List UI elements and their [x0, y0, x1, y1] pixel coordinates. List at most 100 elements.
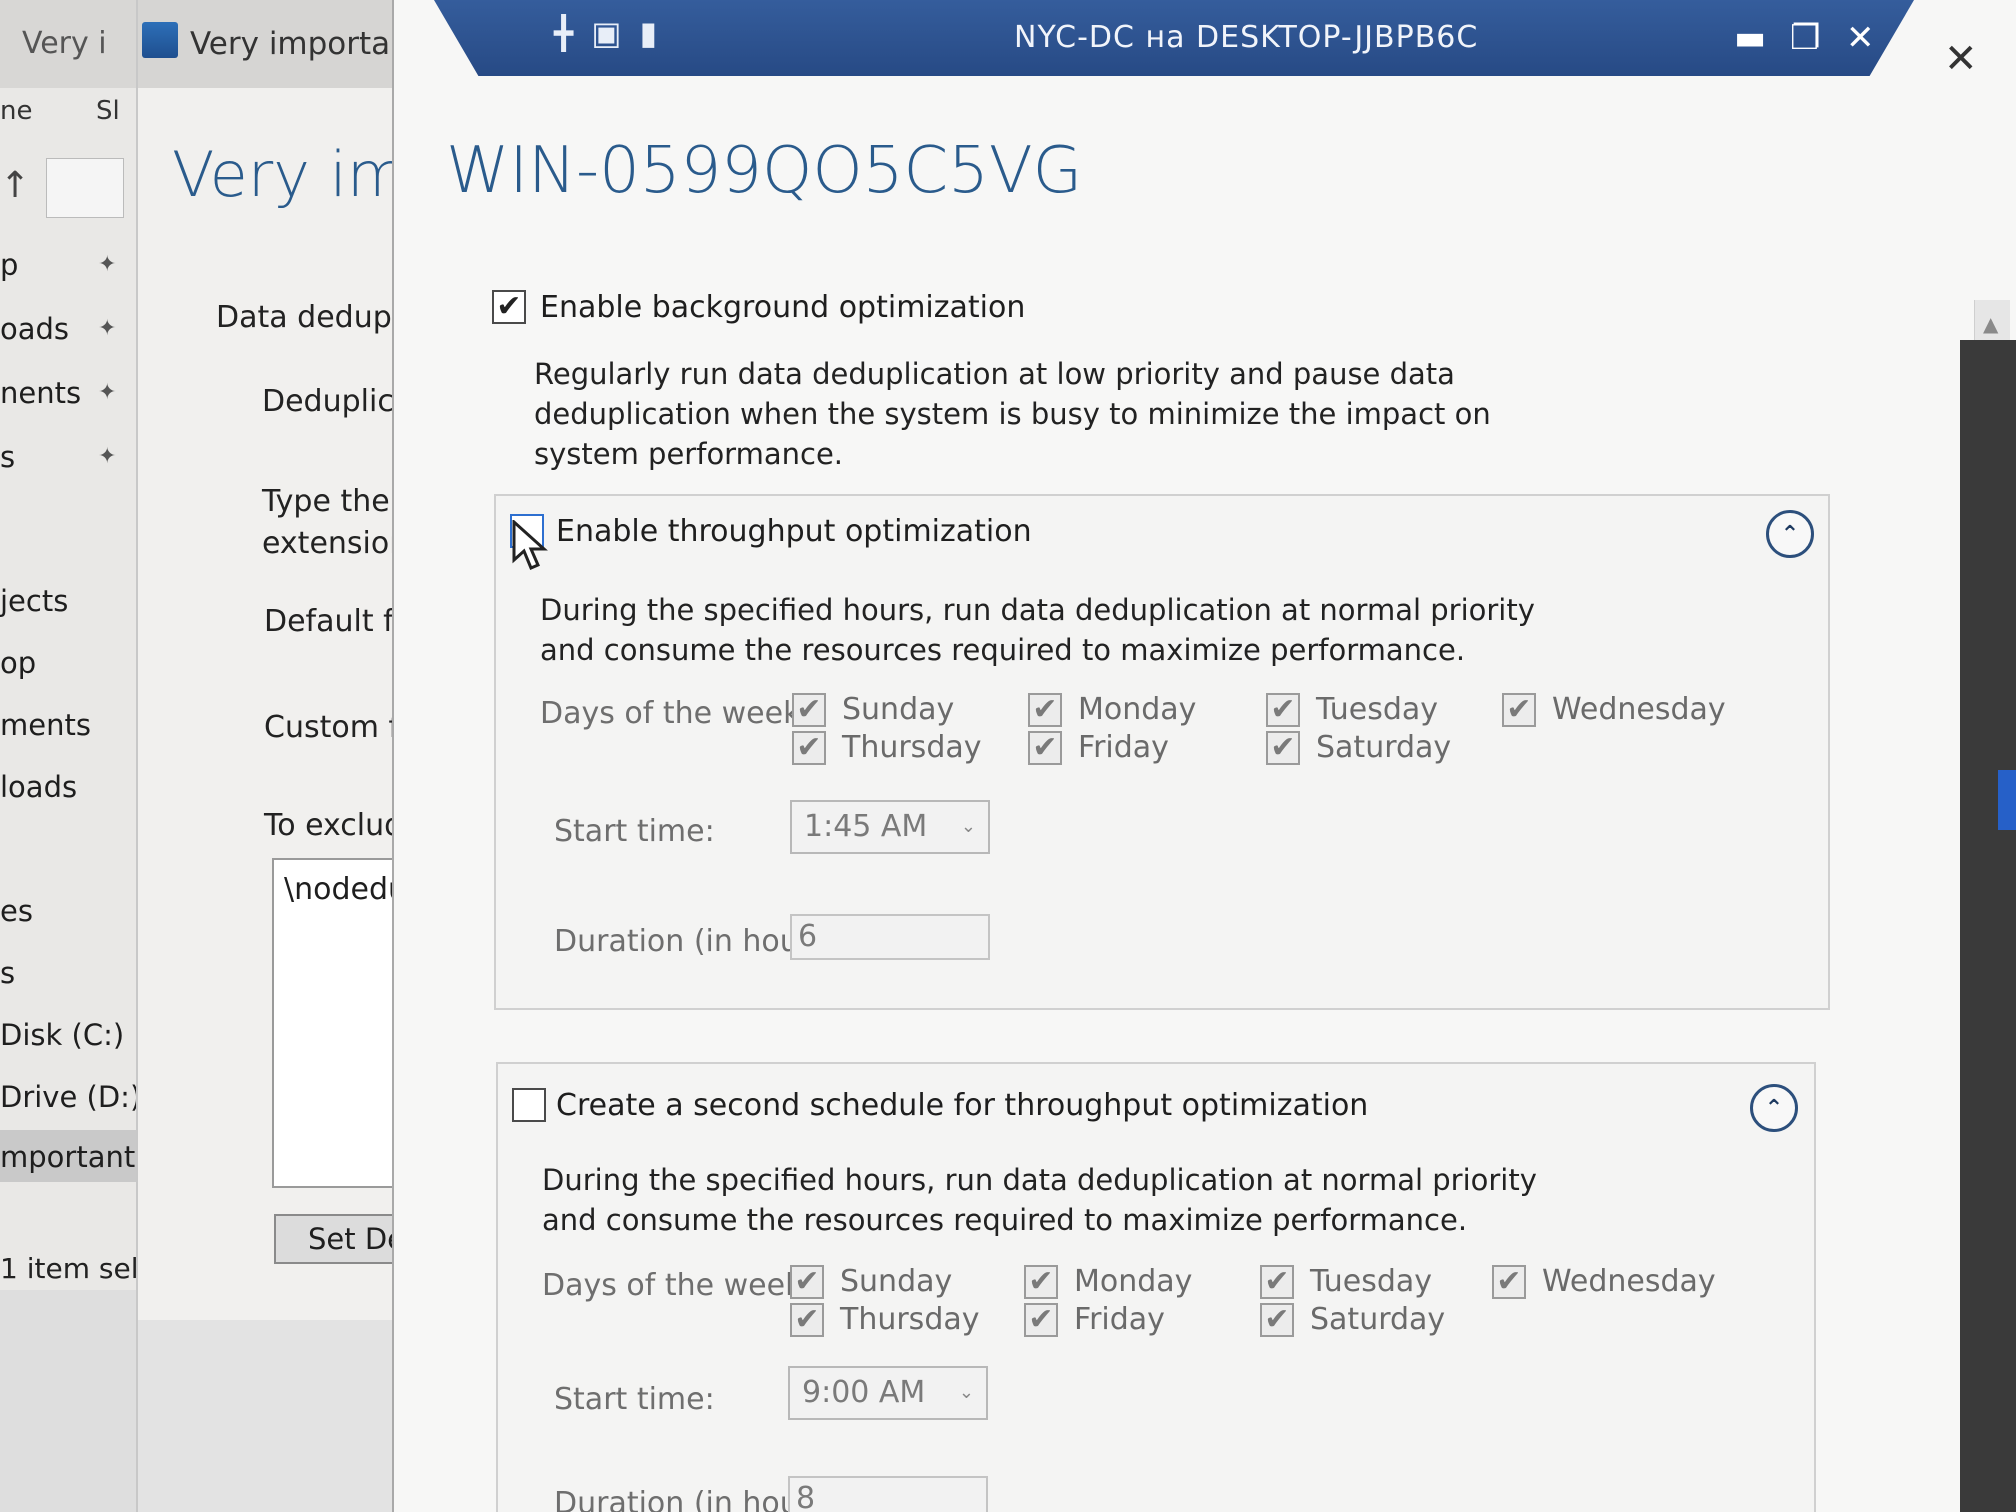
start-time-select[interactable]: 1:45 AM ⌄: [790, 800, 990, 854]
pin-icon[interactable]: ╋: [554, 14, 591, 52]
collapse-chevron-up-icon[interactable]: ⌃: [1750, 1084, 1798, 1132]
settings-bottom-area: [138, 1320, 418, 1512]
days-of-week-label: Days of the week:: [540, 696, 811, 731]
duration-input[interactable]: 8: [788, 1476, 988, 1512]
day-checkbox-sunday[interactable]: Sunday: [792, 692, 954, 727]
day-checkbox-saturday[interactable]: Saturday: [1260, 1302, 1445, 1337]
start-time-label: Start time:: [554, 814, 715, 849]
pin-icon: ✦: [98, 380, 117, 405]
day-checkbox-thursday[interactable]: Thursday: [792, 730, 982, 765]
throughput-optimization-description: During the specified hours, run data ded…: [540, 593, 1535, 667]
restore-icon[interactable]: ❐: [1790, 18, 1820, 58]
nav-item-drive-c[interactable]: Disk (C:): [0, 1018, 124, 1052]
enable-background-optimization-checkbox[interactable]: [492, 290, 526, 324]
nav-item[interactable]: jects: [0, 584, 68, 618]
rdp-connection-bar: ╋▣▮ NYC-DC на DESKTOP-JJBPB6C ▬ ❐ ✕: [434, 0, 1914, 76]
day-checkbox-tuesday[interactable]: Tuesday: [1266, 692, 1438, 727]
custom-file-label: Custom fi: [264, 710, 408, 745]
nav-item-selected[interactable]: mportant: [0, 1140, 135, 1174]
nav-item[interactable]: s: [0, 956, 15, 990]
day-label: Friday: [1078, 730, 1169, 765]
pin-icon: ✦: [98, 444, 117, 469]
close-icon[interactable]: ✕: [1846, 18, 1875, 58]
pin-icon: ✦: [98, 252, 117, 277]
nav-item[interactable]: p: [0, 248, 18, 282]
nav-item-drive-d[interactable]: Drive (D:): [0, 1080, 141, 1114]
signal-icon: ▮: [639, 14, 676, 52]
start-time-label: Start time:: [554, 1382, 715, 1417]
collapse-chevron-up-icon[interactable]: ⌃: [1766, 510, 1814, 558]
day-checkbox-wednesday[interactable]: Wednesday: [1492, 1264, 1716, 1299]
settings-tab-strip: Very importan: [138, 0, 418, 88]
second-schedule-label: Create a second schedule for throughput …: [556, 1088, 1369, 1123]
dedup-schedule-dialog: ╋▣▮ NYC-DC на DESKTOP-JJBPB6C ▬ ❐ ✕ ✕ WI…: [392, 0, 2016, 1512]
throughput-optimization-group: Enable throughput optimization ⌃ During …: [494, 494, 1830, 1010]
explorer-tab[interactable]: Very i: [22, 26, 107, 61]
day-checkbox-tuesday[interactable]: Tuesday: [1260, 1264, 1432, 1299]
checkbox[interactable]: [1492, 1264, 1526, 1299]
type-the-label: Type the f: [262, 484, 410, 519]
file-explorer-window: Very i ne Sl ↑ p ✦ oads ✦ nents ✦ s ✦ je…: [0, 0, 156, 1512]
start-time-select[interactable]: 9:00 AM ⌄: [788, 1366, 988, 1420]
nav-item[interactable]: loads: [0, 770, 77, 804]
extension-label: extension: [262, 526, 409, 561]
nav-item[interactable]: ments: [0, 708, 91, 742]
nav-item[interactable]: oads: [0, 312, 69, 346]
dialog-close-icon[interactable]: ✕: [1944, 36, 1978, 82]
checkbox[interactable]: [1028, 692, 1062, 727]
day-label: Sunday: [842, 692, 955, 727]
status-text: 1 item sele: [0, 1252, 156, 1285]
day-checkbox-thursday[interactable]: Thursday: [790, 1302, 980, 1337]
day-label: Tuesday: [1316, 692, 1439, 727]
lock-icon: ▣: [591, 14, 640, 52]
checkbox[interactable]: [792, 692, 826, 727]
day-label: Wednesday: [1552, 692, 1726, 727]
start-time-value: 9:00 AM: [802, 1375, 926, 1410]
second-schedule-group: Create a second schedule for throughput …: [496, 1062, 1816, 1512]
checkbox[interactable]: [792, 730, 826, 765]
checkbox[interactable]: [790, 1302, 824, 1337]
nav-item[interactable]: es: [0, 894, 33, 928]
rdp-bar-icons: ╋▣▮: [554, 14, 675, 52]
data-dedup-label: Data dedupli: [216, 300, 409, 335]
duration-input[interactable]: 6: [790, 914, 990, 960]
checkbox[interactable]: [790, 1264, 824, 1299]
up-arrow-icon[interactable]: ↑: [0, 165, 30, 206]
throughput-optimization-label: Enable throughput optimization: [556, 514, 1032, 549]
checkbox[interactable]: [1502, 692, 1536, 727]
nav-item[interactable]: s: [0, 440, 15, 474]
day-checkbox-wednesday[interactable]: Wednesday: [1502, 692, 1726, 727]
rdp-title: NYC-DC на DESKTOP-JJBPB6C: [1014, 20, 1479, 55]
checkbox[interactable]: [1260, 1264, 1294, 1299]
minimize-icon[interactable]: ▬: [1734, 18, 1766, 58]
nav-item[interactable]: nents: [0, 376, 81, 410]
day-label: Wednesday: [1542, 1264, 1716, 1299]
checkbox[interactable]: [1024, 1264, 1058, 1299]
day-checkbox-monday[interactable]: Monday: [1024, 1264, 1192, 1299]
settings-tab[interactable]: Very importan: [190, 26, 410, 62]
checkbox[interactable]: [1266, 692, 1300, 727]
day-checkbox-friday[interactable]: Friday: [1028, 730, 1169, 765]
day-label: Thursday: [842, 730, 982, 765]
nav-item[interactable]: op: [0, 646, 36, 680]
day-checkbox-friday[interactable]: Friday: [1024, 1302, 1165, 1337]
checkbox[interactable]: [1260, 1302, 1294, 1337]
checkbox[interactable]: [1266, 730, 1300, 765]
day-label: Friday: [1074, 1302, 1165, 1337]
status-bar: [0, 1290, 140, 1512]
day-checkbox-sunday[interactable]: Sunday: [790, 1264, 952, 1299]
day-label: Tuesday: [1310, 1264, 1433, 1299]
checkbox[interactable]: [1028, 730, 1062, 765]
drive-icon-box[interactable]: [46, 158, 124, 218]
create-second-schedule-checkbox[interactable]: [512, 1088, 546, 1122]
ribbon-tab-share[interactable]: Sl: [96, 96, 120, 126]
ribbon-tab-home[interactable]: ne: [0, 96, 32, 126]
background-desktop-edge: [1960, 340, 2016, 1512]
background-accent: [1998, 770, 2016, 830]
checkbox[interactable]: [1024, 1302, 1058, 1337]
day-checkbox-saturday[interactable]: Saturday: [1266, 730, 1451, 765]
chevron-down-icon: ⌄: [960, 816, 976, 837]
day-label: Thursday: [840, 1302, 980, 1337]
scroll-up-icon[interactable]: ▲: [1983, 312, 1998, 336]
day-checkbox-monday[interactable]: Monday: [1028, 692, 1196, 727]
